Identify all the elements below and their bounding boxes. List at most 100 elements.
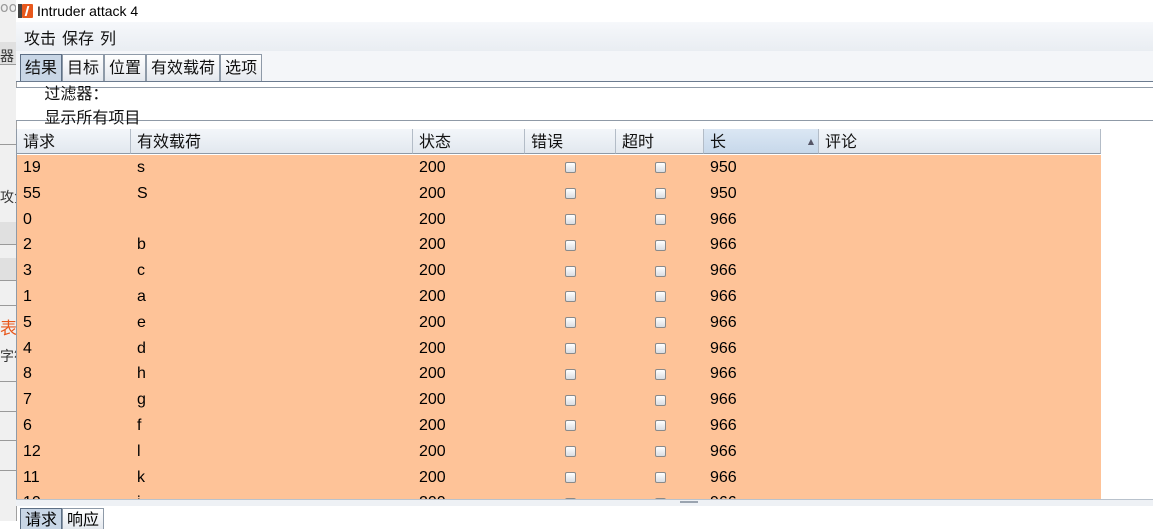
cell-payload: h [137, 365, 146, 383]
cell-payload: a [137, 287, 146, 305]
cell-length: 966 [710, 442, 737, 460]
cell-comment [819, 465, 1101, 491]
background-panel [0, 258, 16, 281]
cell-length: 966 [710, 210, 737, 228]
background-divider [0, 144, 16, 145]
table-row[interactable]: 6 f 200 966 [17, 412, 1101, 439]
cell-payload: g [137, 391, 146, 409]
column-header-comment[interactable]: 评论 [819, 129, 1101, 154]
menu-save[interactable]: 保存 [62, 25, 94, 49]
tab-payloads[interactable]: 有效载荷 [146, 54, 221, 81]
background-text: oo [0, 0, 17, 16]
tab-options[interactable]: 选项 [220, 54, 263, 81]
table-row[interactable]: 5 e 200 966 [17, 309, 1101, 336]
cell-error [525, 310, 616, 336]
table-row[interactable]: 10j200 966 [17, 490, 1101, 499]
tab-request[interactable]: 请求 [20, 508, 63, 529]
cell-payload: s [137, 159, 145, 176]
cell-request: 4 [23, 339, 32, 357]
cell-request: 12 [23, 442, 41, 460]
tab-response[interactable]: 响应 [62, 508, 105, 529]
table-row[interactable]: 2 b 200 966 [17, 232, 1101, 259]
window-title-bar[interactable]: Intruder attack 4 [16, 0, 1153, 22]
checkbox-icon [565, 162, 576, 174]
background-panel [0, 222, 16, 245]
cell-comment [819, 181, 1101, 207]
table-row[interactable]: 19 s 200 950 [17, 155, 1101, 181]
menu-columns[interactable]: 列 [100, 25, 116, 49]
menu-attack[interactable]: 攻击 [24, 25, 56, 49]
background-text: 器 [0, 49, 14, 65]
table-row[interactable]: 7 g 200 966 [17, 387, 1101, 413]
cell-error [525, 232, 616, 258]
checkbox-icon [654, 213, 666, 225]
cell-timeout [616, 310, 704, 336]
filter-bar[interactable]: 过滤器： 显示所有项目 [16, 84, 1153, 127]
checkbox-icon [654, 471, 666, 483]
checkbox-icon [654, 368, 666, 380]
cell-request: 8 [23, 365, 32, 383]
background-text: 字符 [0, 349, 16, 365]
cell-request: 5 [23, 313, 32, 331]
column-header-error[interactable]: 错误 [525, 129, 616, 154]
table-row[interactable]: 12 l 200 966 [17, 438, 1101, 465]
checkbox-icon [654, 162, 666, 174]
cell-request: 3 [23, 262, 32, 280]
table-row[interactable]: 0 200 966 [17, 206, 1101, 233]
cell-status: 200 [413, 490, 525, 499]
column-header-timeout[interactable]: 超时 [616, 129, 704, 154]
cell-comment [819, 439, 1101, 465]
cell-request: 6 [23, 416, 32, 434]
filter-label: 过滤器： [44, 84, 109, 103]
checkbox-icon [654, 342, 666, 354]
cell-status: 200 [419, 159, 446, 176]
cell-error [525, 181, 616, 207]
cell-payload: d [137, 339, 146, 357]
checkbox-icon [565, 420, 576, 432]
cell-length: 966 [710, 262, 737, 280]
sort-ascending-icon: ▲ [807, 137, 814, 146]
column-header-length[interactable]: 长 ▲ [704, 129, 819, 154]
results-table: 请求 有效载荷 状态 错误 超时 长 ▲ 评论 19 s 200 950 55 S 200 95… [16, 129, 1153, 499]
checkbox-icon [565, 342, 576, 354]
cell-timeout [616, 336, 704, 362]
checkbox-icon [654, 291, 666, 303]
table-row[interactable]: 55 S 200 950 [17, 180, 1101, 207]
split-pane-divider[interactable] [16, 499, 1153, 506]
cell-status: 200 [419, 287, 446, 305]
table-row[interactable]: 4 d 200 966 [17, 335, 1101, 362]
cell-error [525, 207, 616, 233]
filter-value: 显示所有项目 [44, 108, 141, 127]
table-row[interactable]: 1 a 200 966 [17, 283, 1101, 310]
cell-error [525, 336, 616, 362]
column-header-request[interactable]: 请求 [17, 129, 131, 154]
cell-status: 200 [419, 391, 446, 409]
cell-request: 0 [23, 210, 32, 228]
cell-length: 966 [710, 236, 737, 254]
column-header-status[interactable]: 状态 [413, 129, 525, 154]
table-row[interactable]: 11 k 200 966 [17, 464, 1101, 491]
cell-payload: l [137, 442, 141, 460]
cell-error [525, 361, 616, 387]
table-row[interactable]: 8 h 200 966 [17, 361, 1101, 388]
checkbox-icon [565, 265, 576, 277]
cell-timeout [616, 155, 704, 181]
column-header-payload[interactable]: 有效载荷 [131, 129, 413, 154]
cell-error [525, 490, 616, 499]
background-divider [0, 411, 16, 412]
table-row[interactable]: 3 c 200 966 [17, 258, 1101, 284]
cell-timeout [616, 490, 704, 499]
cell-length: 950 [710, 159, 737, 176]
cell-payload: b [137, 236, 146, 254]
tab-strip-underline [16, 81, 1153, 82]
split-pane-grip-icon[interactable] [680, 501, 698, 503]
cell-comment [819, 387, 1101, 413]
cell-timeout [616, 181, 704, 207]
cell-comment [819, 336, 1101, 362]
checkbox-icon [565, 188, 576, 200]
cell-error [525, 155, 616, 181]
cell-status: 200 [419, 365, 446, 383]
cell-request: 19 [23, 159, 41, 176]
cell-timeout [616, 207, 704, 233]
cell-length: 966 [710, 391, 737, 409]
